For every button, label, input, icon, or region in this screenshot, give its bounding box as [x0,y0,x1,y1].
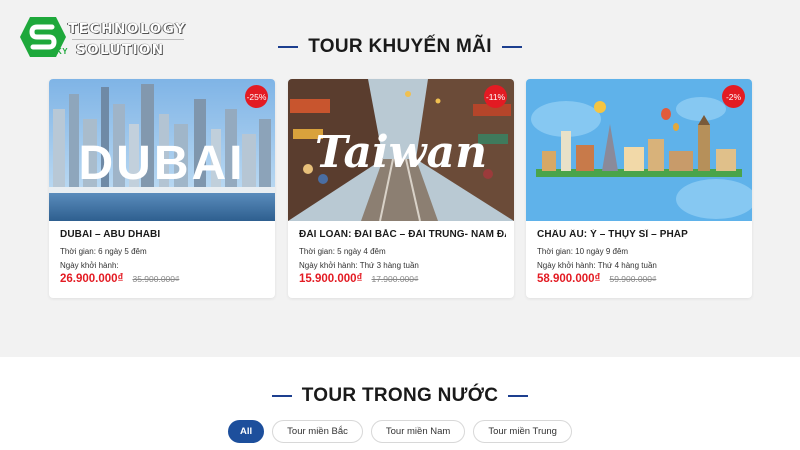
price-row: 15.900.000₫ 17.900.000₫ [299,273,506,285]
tour-card-body: ĐÀI LOAN: ĐÀI BẮC – ĐÀI TRUNG- NAM ĐẦU –… [299,229,506,285]
price-row: 26.900.000₫ 35.900.000₫ [60,273,267,285]
title-dash-right [508,395,529,397]
tour-price: 15.900.000₫ [299,273,363,285]
tour-card-dubai[interactable]: DUBAI -25% DUBAI – ABU DHABI Thời gian: … [49,79,275,298]
tour-departure: Ngày khởi hành: Thứ 3 hàng tuần [299,261,419,270]
filter-all-button[interactable]: All [228,420,265,443]
tour-price: 58.900.000₫ [537,273,601,285]
tour-old-price: 59.900.000₫ [609,274,657,284]
tour-card-taiwan[interactable]: Taiwan -11% ĐÀI LOAN: ĐÀI BẮC – ĐÀI TRUN… [288,79,514,298]
tour-card-europe[interactable]: -2% CHÂU ÂU: Ý – THỤY SĨ – PHÁP Thời gia… [526,79,752,298]
taiwan-image-text: Taiwan [315,127,487,178]
region-filter-bar: All Tour miền Bắc Tour miền Nam Tour miề… [0,420,800,443]
tour-old-price: 17.900.000₫ [371,274,419,284]
tour-name[interactable]: DUBAI – ABU DHABI [60,229,267,240]
title-dash-left [278,46,299,48]
filter-north-button[interactable]: Tour miền Bắc [272,420,363,443]
dubai-image-text: DUBAI [79,137,246,190]
tour-duration: Thời gian: 10 ngày 9 đêm [537,247,629,256]
promo-title-text: TOUR KHUYẾN MÃI [308,36,492,57]
taiwan-street-image: Taiwan [288,79,514,221]
europe-landmarks-image [526,79,752,221]
promo-title: TOUR KHUYẾN MÃI [0,36,800,58]
discount-badge: -11% [484,85,507,108]
title-dash-left [271,395,292,397]
tour-name[interactable]: ĐÀI LOAN: ĐÀI BẮC – ĐÀI TRUNG- NAM ĐẦU – [299,229,506,240]
price-row: 58.900.000₫ 59.900.000₫ [537,273,744,285]
discount-badge: -2% [722,85,745,108]
tour-duration: Thời gian: 6 ngày 5 đêm [60,247,147,256]
title-dash-right [501,46,522,48]
tour-image-europe[interactable]: -2% [526,79,752,221]
domestic-title-text: TOUR TRONG NƯỚC [301,385,499,406]
domestic-title: TOUR TRONG NƯỚC [0,385,800,407]
dubai-skyline-image: DUBAI [49,79,275,221]
tour-duration: Thời gian: 5 ngày 4 đêm [299,247,386,256]
filter-central-button[interactable]: Tour miền Trung [473,420,572,443]
discount-badge: -25% [245,85,268,108]
tour-departure: Ngày khởi hành: Thứ 4 hàng tuần [537,261,657,270]
tour-image-taiwan[interactable]: Taiwan -11% [288,79,514,221]
tour-name[interactable]: CHÂU ÂU: Ý – THỤY SĨ – PHÁP [537,229,744,240]
tour-image-dubai[interactable]: DUBAI -25% [49,79,275,221]
filter-south-button[interactable]: Tour miền Nam [370,420,466,443]
tour-departure: Ngày khởi hành: [60,261,119,270]
tour-card-body: DUBAI – ABU DHABI Thời gian: 6 ngày 5 đê… [60,229,267,285]
tour-card-body: CHÂU ÂU: Ý – THỤY SĨ – PHÁP Thời gian: 1… [537,229,744,285]
logo-line1: TECHNOLOGY [68,21,187,37]
tour-price: 26.900.000₫ [60,273,124,285]
tour-old-price: 35.900.000₫ [132,274,180,284]
